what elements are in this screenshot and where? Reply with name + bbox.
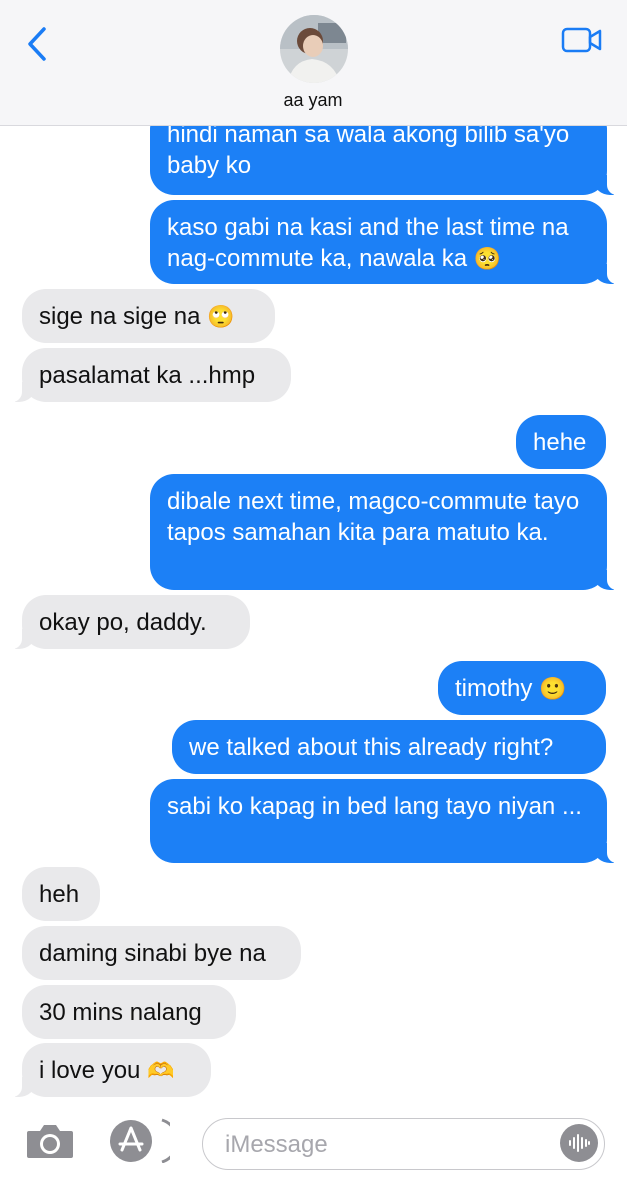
message-bubble-incoming[interactable]: okay po, daddy. [9, 595, 250, 649]
message-text: sabi ko kapag in bed lang tayo niyan ... [167, 793, 582, 820]
back-button[interactable] [22, 26, 52, 62]
message-bubble-outgoing[interactable]: timothy 🙂 [438, 661, 606, 715]
message-bubble-incoming[interactable]: pasalamat ka ...hmp [9, 348, 291, 402]
pleading-face-emoji: 🥺 [473, 246, 502, 271]
message-bubble-outgoing[interactable]: we talked about this already right? [172, 720, 606, 774]
message-text: dibale next time, magco-commute tayo tap… [167, 488, 580, 546]
app-store-icon [110, 1118, 179, 1164]
audio-waveform-icon [569, 1134, 590, 1152]
eye-roll-emoji: 🙄 [207, 304, 235, 329]
message-input-field[interactable] [202, 1118, 605, 1170]
message-input[interactable] [223, 1127, 547, 1163]
slightly-smiling-face-emoji: 🙂 [539, 676, 567, 701]
message-text: 30 mins nalang [39, 999, 202, 1026]
message-bubble-incoming[interactable]: 30 mins nalang [22, 985, 236, 1039]
message-text: hehe [533, 429, 587, 456]
message-text: i love you [39, 1057, 141, 1084]
contact-name[interactable]: aa yam [213, 90, 413, 111]
chevron-left-icon [28, 27, 46, 61]
message-bubble-incoming[interactable]: i love you 🫶 [9, 1043, 211, 1097]
message-text: pasalamat ka ...hmp [39, 362, 256, 389]
message-text: heh [39, 881, 80, 908]
video-camera-icon [561, 27, 602, 53]
message-bubble-outgoing[interactable]: dibale next time, magco-commute tayo tap… [150, 474, 620, 590]
message-composer [0, 1105, 627, 1200]
conversation-header: aa yam [0, 0, 627, 126]
message-thread[interactable]: hindi naman sa wala akong bilib sa'yo ba… [0, 0, 627, 1105]
message-bubble-incoming[interactable]: daming sinabi bye na [22, 926, 301, 980]
app-store-button[interactable] [108, 1117, 179, 1164]
message-bubble-outgoing[interactable]: hehe [516, 415, 606, 469]
message-text: timothy [455, 675, 533, 702]
message-text: we talked about this already right? [189, 734, 554, 761]
audio-message-button[interactable] [560, 1124, 598, 1162]
message-text: sige na sige na [39, 303, 201, 330]
message-bubble-outgoing[interactable]: sabi ko kapag in bed lang tayo niyan ... [150, 779, 620, 863]
message-text: okay po, daddy. [39, 609, 207, 636]
message-bubble-outgoing[interactable]: kaso gabi na kasi and the last time na n… [150, 200, 620, 284]
message-text: hindi naman sa wala akong bilib sa'yo ba… [167, 121, 570, 179]
message-text: daming sinabi bye na [39, 940, 266, 967]
heart-hands-emoji: 🫶 [147, 1058, 175, 1083]
message-text: kaso gabi na kasi and the last time na n… [167, 214, 569, 272]
message-bubble-incoming[interactable]: heh [22, 867, 100, 921]
camera-icon [27, 1125, 73, 1158]
contact-avatar[interactable] [280, 15, 348, 83]
facetime-video-button[interactable] [560, 24, 604, 56]
message-bubble-incoming[interactable]: sige na sige na 🙄 [22, 289, 275, 343]
camera-button[interactable] [24, 1119, 76, 1163]
